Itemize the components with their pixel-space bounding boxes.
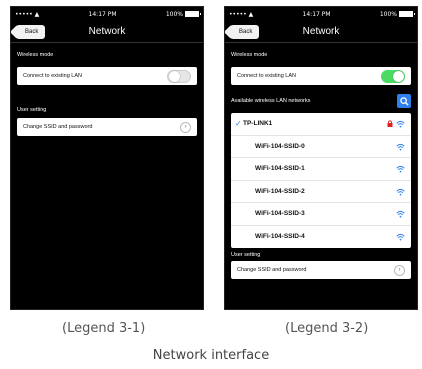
- change-ssid-label: Change SSID and password: [23, 124, 93, 130]
- caption-legend-3-2: (Legend 3-2): [285, 321, 369, 336]
- checkmark-icon: ✓: [235, 119, 242, 129]
- caption-legend-3-1: (Legend 3-1): [62, 321, 146, 336]
- back-button[interactable]: Back: [230, 25, 260, 39]
- status-time: 14:17 PM: [88, 10, 117, 18]
- wifi-signal-icon: [396, 120, 405, 130]
- network-list: ✓ TP-LINK1 WiFi-104-SSID-0 WiFi-104-SSID-1 W…: [231, 113, 411, 248]
- network-item[interactable]: WiFi-104-SSID-1: [231, 158, 411, 181]
- battery-percent: 100%: [165, 10, 183, 18]
- battery-indicator: 100%: [379, 10, 415, 18]
- signal-icon: ••••• ▲: [15, 10, 40, 18]
- lock-icon: [387, 120, 393, 129]
- caption-network-interface: Network interface: [152, 348, 270, 363]
- connect-lan-row[interactable]: Connect to existing LAN: [231, 67, 411, 85]
- wifi-signal-icon: [396, 210, 405, 220]
- change-ssid-row[interactable]: Change SSID and password ›: [17, 118, 197, 136]
- page-title: Network: [88, 26, 126, 37]
- status-bar: ••••• ▲ 14:17 PM 100%: [11, 7, 203, 21]
- wifi-signal-icon: [396, 188, 405, 198]
- battery-indicator: 100%: [165, 10, 201, 18]
- wifi-signal-icon: [396, 143, 405, 153]
- phone-screen-legend-3-2: ••••• ▲ 14:17 PM 100% Back Network Wirel…: [224, 6, 418, 310]
- network-name: WiFi-104-SSID-2: [255, 187, 305, 195]
- status-time: 14:17 PM: [302, 10, 331, 18]
- battery-icon: [399, 11, 415, 17]
- chevron-right-icon: ›: [394, 264, 405, 276]
- connect-lan-row[interactable]: Connect to existing LAN: [17, 67, 197, 85]
- nav-bar: Back Network: [225, 21, 417, 43]
- search-button[interactable]: [397, 94, 411, 108]
- phone-screen-legend-3-1: ••••• ▲ 14:17 PM 100% Back Network Wirel…: [10, 6, 204, 310]
- network-item[interactable]: WiFi-104-SSID-4: [231, 226, 411, 249]
- wifi-signal-icon: [396, 165, 405, 175]
- change-ssid-row[interactable]: Change SSID and password ›: [231, 261, 411, 279]
- back-button[interactable]: Back: [16, 25, 46, 39]
- network-name: WiFi-104-SSID-3: [255, 210, 305, 218]
- network-name: WiFi-104-SSID-0: [255, 142, 305, 150]
- nav-bar: Back Network: [11, 21, 203, 43]
- network-name: WiFi-104-SSID-1: [255, 165, 305, 173]
- search-icon: [399, 96, 409, 106]
- toggle-knob: [169, 70, 180, 82]
- connect-lan-toggle[interactable]: [167, 69, 191, 83]
- battery-icon: [185, 11, 201, 17]
- network-item[interactable]: ✓ TP-LINK1: [231, 113, 411, 136]
- section-label-available-networks: Available wireless LAN networks: [231, 98, 311, 104]
- toggle-knob: [393, 70, 404, 82]
- network-item[interactable]: WiFi-104-SSID-2: [231, 181, 411, 203]
- wifi-signal-icon: [396, 233, 405, 243]
- network-name: TP-LINK1: [243, 120, 273, 128]
- page-title: Network: [302, 26, 340, 37]
- battery-percent: 100%: [379, 10, 397, 18]
- signal-icon: ••••• ▲: [229, 10, 254, 18]
- connect-lan-toggle[interactable]: [381, 69, 405, 83]
- connect-lan-label: Connect to existing LAN: [237, 73, 297, 79]
- connect-lan-label: Connect to existing LAN: [23, 73, 83, 79]
- network-name: WiFi-104-SSID-4: [255, 233, 305, 241]
- network-item[interactable]: WiFi-104-SSID-3: [231, 203, 411, 226]
- network-item[interactable]: WiFi-104-SSID-0: [231, 136, 411, 158]
- chevron-right-icon: ›: [180, 121, 191, 133]
- change-ssid-label: Change SSID and password: [237, 267, 307, 273]
- status-bar: ••••• ▲ 14:17 PM 100%: [225, 7, 417, 21]
